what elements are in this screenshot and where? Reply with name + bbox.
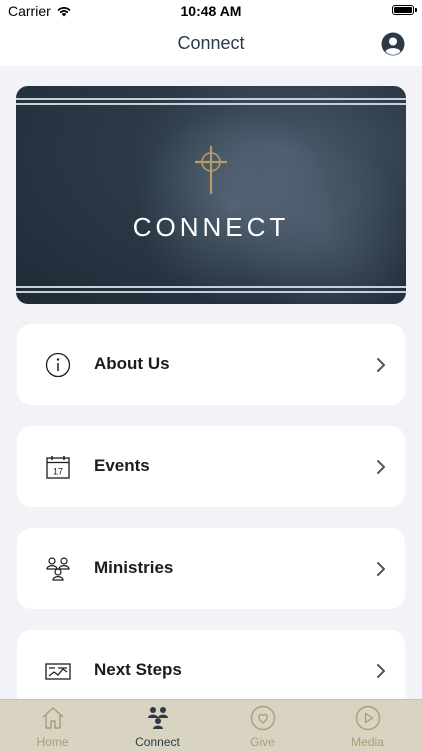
tab-label: Home (36, 735, 69, 749)
tab-bar: Home Connect Give Media (0, 699, 422, 751)
celtic-cross-icon (195, 146, 227, 194)
chevron-right-icon (377, 664, 385, 678)
tab-label: Media (351, 735, 384, 749)
chevron-right-icon (377, 562, 385, 576)
calendar-day: 17 (53, 467, 63, 477)
steps-icon (45, 663, 71, 680)
menu-item-about-us[interactable]: About Us (17, 324, 405, 405)
people-group-icon (46, 557, 70, 581)
banner-rule (16, 103, 406, 105)
banner-title: CONNECT (132, 212, 290, 242)
menu-item-ministries[interactable]: Ministries (17, 528, 405, 609)
status-bar: Carrier 10:48 AM (0, 0, 422, 22)
banner-rule (16, 98, 406, 100)
battery-icon (392, 5, 417, 15)
tab-give[interactable]: Give (210, 700, 315, 751)
tab-label: Give (250, 735, 275, 749)
tab-home[interactable]: Home (0, 700, 105, 751)
menu-item-label: Events (94, 456, 150, 475)
menu-item-events[interactable]: 17 Events (17, 426, 405, 507)
profile-icon[interactable] (381, 32, 405, 56)
info-icon (45, 352, 71, 378)
connect-icon (148, 707, 168, 729)
home-icon (42, 707, 64, 729)
tab-connect[interactable]: Connect (105, 700, 210, 751)
banner-rule (16, 286, 406, 288)
chevron-right-icon (377, 460, 385, 474)
page-title: Connect (177, 33, 245, 53)
chevron-right-icon (377, 358, 385, 372)
banner-rule (16, 291, 406, 293)
play-icon (355, 705, 381, 731)
heart-icon (250, 705, 276, 731)
menu-item-label: Next Steps (94, 660, 182, 679)
menu-item-label: Ministries (94, 558, 174, 577)
calendar-icon: 17 (46, 456, 70, 479)
menu-item-label: About Us (94, 354, 170, 373)
connect-banner: CONNECT (16, 86, 406, 304)
navigation-bar: Connect (0, 22, 422, 66)
tab-media[interactable]: Media (315, 700, 420, 751)
status-time: 10:48 AM (180, 3, 242, 19)
tab-label: Connect (135, 735, 180, 749)
